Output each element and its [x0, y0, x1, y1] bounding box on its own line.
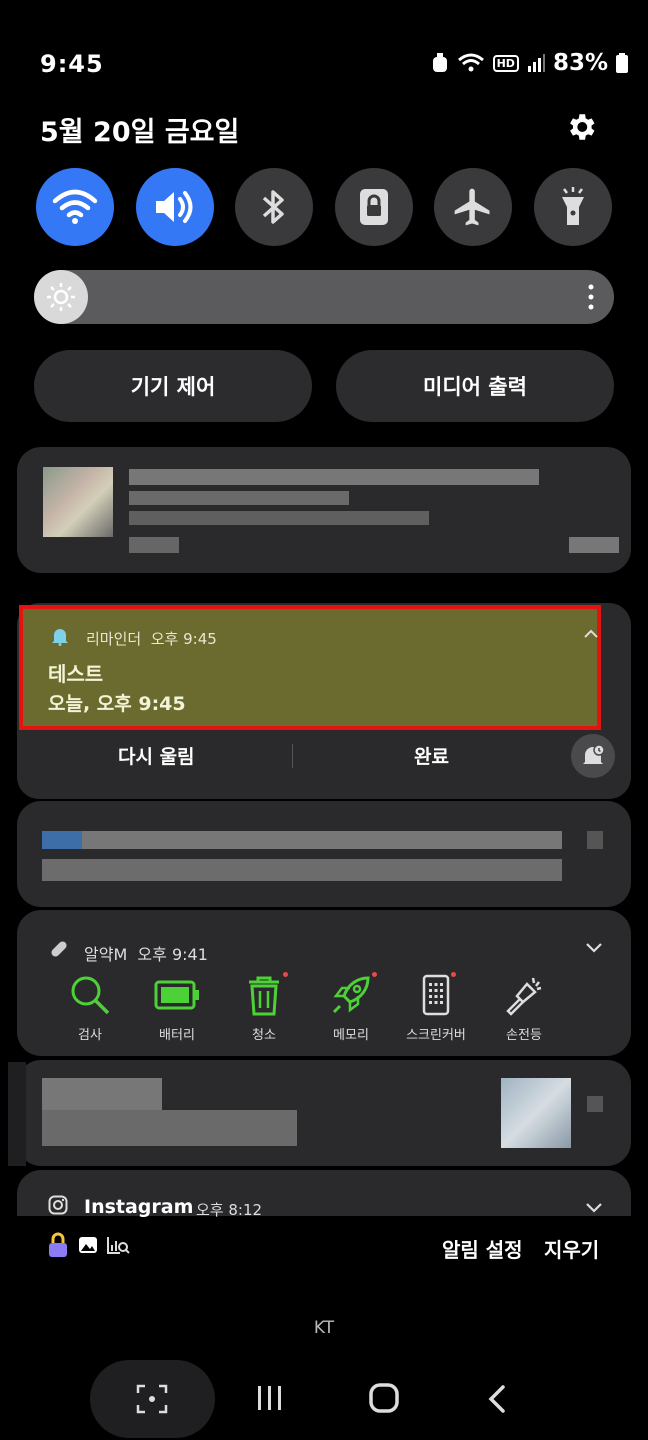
blurred-text — [42, 1110, 297, 1146]
reminder-app-name: 리마인더 — [86, 630, 142, 648]
tool-label: 메모리 — [333, 1028, 369, 1043]
blurred-text — [129, 491, 349, 505]
brightness-slider[interactable] — [34, 270, 614, 324]
collapsed-app-icons[interactable] — [46, 1232, 130, 1258]
bluetooth-toggle[interactable] — [235, 168, 314, 246]
lock-icon — [359, 189, 388, 225]
blurred-text — [42, 831, 562, 849]
trash-icon — [249, 976, 279, 1016]
gear-icon[interactable] — [564, 110, 598, 144]
chevron-down-icon[interactable] — [585, 942, 603, 953]
almak-app-name: 알약M — [84, 945, 128, 964]
tool-battery[interactable]: 배터리 — [137, 972, 217, 1043]
blurred-text — [587, 831, 603, 849]
notification-card-blurred[interactable] — [17, 801, 631, 907]
tool-label: 스크린커버 — [406, 1028, 466, 1043]
date-label: 5월 20일 금요일 — [40, 117, 240, 148]
rotation-lock-toggle[interactable] — [334, 168, 413, 246]
badge-dot — [451, 972, 456, 977]
airplane-icon — [455, 188, 490, 226]
blurred-text — [569, 537, 619, 553]
blurred-text — [129, 511, 429, 525]
gallery-icon — [79, 1237, 97, 1253]
badge-dot — [283, 972, 288, 977]
status-time: 9:45 — [40, 50, 104, 78]
wifi-status-icon — [457, 53, 484, 72]
blurred-text — [42, 1078, 162, 1112]
sun-icon — [47, 283, 75, 311]
airplane-toggle[interactable] — [434, 168, 513, 246]
snooze-button[interactable]: 다시 울림 — [118, 742, 195, 769]
tool-label: 배터리 — [159, 1028, 195, 1043]
back-icon[interactable] — [486, 1384, 508, 1414]
blurred-text — [129, 537, 179, 553]
badge-dot — [372, 972, 377, 977]
notification-settings-button[interactable]: 알림 설정 — [442, 1234, 523, 1263]
flashlight-toggle[interactable] — [533, 168, 612, 246]
screen-icon — [422, 974, 450, 1016]
bell-icon — [52, 629, 68, 646]
flashlight-icon — [561, 187, 584, 225]
blurred-text — [129, 469, 539, 485]
almak-app-header: 알약M 오후 9:41 — [84, 941, 208, 965]
tool-label: 검사 — [78, 1028, 102, 1043]
instagram-app-name: Instagram — [84, 1196, 194, 1218]
reminder-body: 오늘, 오후 9:45 — [48, 693, 186, 715]
blurred-thumbnail — [501, 1078, 571, 1148]
instagram-icon — [48, 1195, 68, 1215]
notification-card-blurred[interactable] — [17, 447, 631, 573]
wifi-toggle[interactable] — [36, 168, 114, 246]
media-output-button[interactable]: 미디어 출력 — [336, 350, 614, 422]
device-control-button[interactable]: 기기 제어 — [34, 350, 312, 422]
hd-badge: HD — [492, 54, 519, 72]
rocket-icon — [332, 976, 370, 1014]
blurred-text — [42, 859, 562, 881]
chevron-up-icon[interactable] — [583, 629, 599, 639]
recent-apps-icon[interactable] — [256, 1384, 284, 1412]
blurred-avatar — [43, 467, 113, 537]
carrier-label: KT — [313, 1318, 335, 1338]
done-button[interactable]: 완료 — [414, 742, 449, 769]
bluetooth-icon — [263, 190, 284, 224]
brightness-knob[interactable] — [34, 270, 88, 324]
tool-memory[interactable]: 메모리 — [311, 972, 391, 1043]
home-icon[interactable] — [368, 1382, 400, 1414]
chevron-down-icon[interactable] — [585, 1202, 603, 1213]
search-icon — [71, 976, 110, 1015]
reminder-time: 오후 9:45 — [150, 630, 217, 648]
analytics-icon — [107, 1237, 130, 1254]
status-icons: HD 83% — [431, 50, 628, 76]
pill-icon — [51, 941, 67, 957]
snooze-bell-icon[interactable] — [571, 734, 615, 778]
tool-screencover[interactable]: 스크린커버 — [396, 972, 476, 1043]
speaker-icon — [155, 191, 193, 223]
flashlight-tool-icon — [506, 977, 542, 1016]
battery-percent: 83% — [552, 50, 608, 76]
wifi-icon — [52, 189, 98, 224]
more-options-icon — [588, 284, 594, 310]
battery-tool-icon — [154, 980, 199, 1010]
screenshot-capture-button[interactable] — [90, 1360, 215, 1438]
blurred-text — [587, 1096, 603, 1112]
tool-flashlight[interactable]: 손전등 — [484, 972, 564, 1043]
signal-icon — [527, 54, 545, 72]
almak-time: 오후 9:41 — [137, 945, 208, 964]
tool-label: 손전등 — [506, 1028, 542, 1043]
clear-all-button[interactable]: 지우기 — [544, 1234, 599, 1263]
lock-icon — [49, 1232, 67, 1257]
sound-toggle[interactable] — [135, 168, 214, 246]
reminder-app-header: 리마인더 오후 9:45 — [86, 628, 217, 649]
quick-settings-row — [36, 168, 612, 246]
alarm-icon — [432, 53, 447, 72]
battery-icon — [616, 53, 628, 73]
tool-label: 청소 — [252, 1028, 276, 1043]
tool-scan[interactable]: 검사 — [50, 972, 130, 1043]
instagram-time: 오후 8:12 — [196, 1201, 263, 1219]
tool-clean[interactable]: 청소 — [224, 972, 304, 1043]
reminder-title: 테스트 — [48, 662, 104, 686]
card-edge — [8, 1062, 26, 1166]
action-divider — [292, 744, 293, 768]
capture-icon — [136, 1384, 168, 1414]
notification-card-blurred[interactable] — [17, 1060, 631, 1166]
